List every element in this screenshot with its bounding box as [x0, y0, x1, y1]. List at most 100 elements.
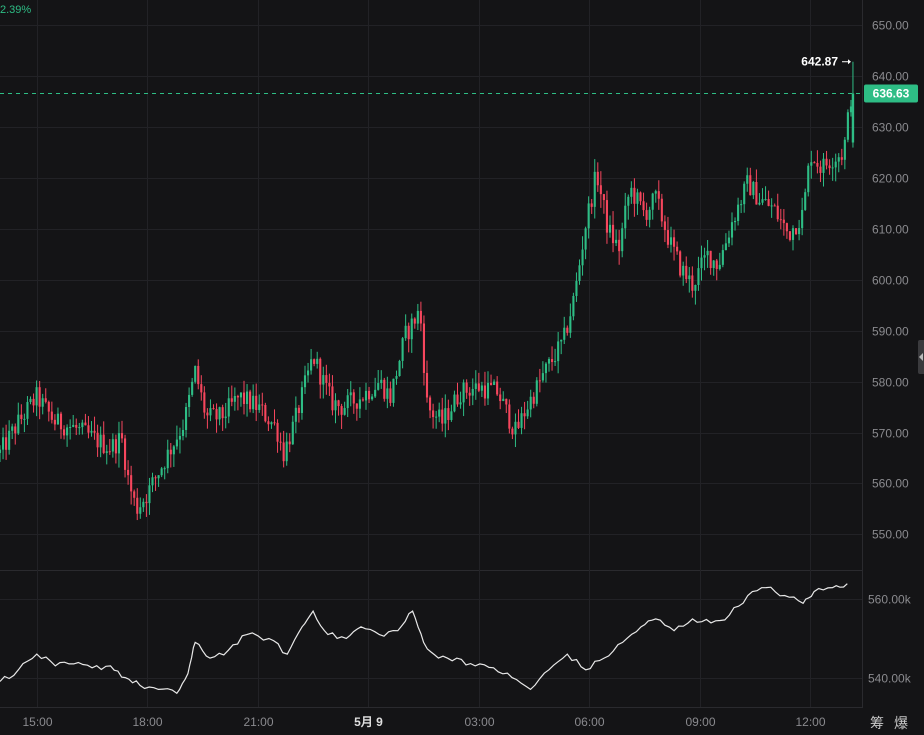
candle-body	[764, 199, 767, 201]
time-tick-label: 18:00	[132, 715, 162, 729]
candle-body	[730, 222, 734, 238]
candle-body	[133, 491, 136, 498]
candle-body	[285, 441, 288, 462]
candle-body	[72, 424, 75, 427]
candle-body	[791, 228, 795, 240]
candle-body	[605, 200, 609, 233]
candle-body	[236, 395, 239, 398]
candle-body	[544, 363, 548, 374]
candle-body	[282, 442, 285, 462]
candle-body	[724, 243, 727, 251]
candle-body	[62, 429, 66, 436]
candle-body	[532, 396, 535, 404]
candle-body	[810, 162, 813, 166]
candle-body	[111, 439, 114, 452]
candle-body	[215, 409, 218, 420]
candle-body	[209, 408, 212, 416]
footer-chinese-glyphs: 筹爆	[870, 716, 918, 732]
candle-body	[508, 404, 511, 429]
candle-body	[249, 391, 252, 410]
candle-body	[316, 358, 319, 364]
candle-body	[1, 437, 5, 450]
candle-body	[114, 439, 117, 454]
candle-body	[767, 199, 770, 206]
candle-body	[383, 379, 386, 399]
candle-body	[846, 112, 849, 140]
candle-body	[633, 187, 636, 204]
change-percent-label: 2.39%	[0, 4, 32, 16]
candle-body	[130, 475, 133, 492]
candle-body	[831, 167, 834, 169]
candle-body	[611, 224, 615, 244]
candle-body	[489, 382, 493, 385]
candle-body	[410, 318, 413, 340]
candle-body	[517, 421, 520, 428]
candle-body	[297, 407, 300, 414]
candle-body	[181, 429, 185, 436]
candle-body	[636, 192, 639, 204]
candle-body	[505, 398, 508, 405]
candle-body	[758, 202, 761, 205]
candle-body	[697, 268, 700, 285]
candle-body	[346, 395, 349, 409]
candle-body	[828, 165, 831, 169]
candle-body	[96, 432, 99, 448]
candle-body	[142, 501, 145, 508]
candle-body	[721, 250, 724, 265]
candle-body	[679, 251, 682, 276]
candle-body	[355, 403, 358, 409]
time-tick-label: 15:00	[22, 715, 52, 729]
candle-body	[233, 395, 236, 402]
candle-body	[438, 409, 441, 417]
candle-body	[69, 426, 72, 428]
candle-body	[337, 400, 340, 407]
candle-body	[352, 392, 355, 404]
candle-body	[520, 413, 523, 428]
candle-body	[343, 408, 346, 415]
price-tick-label: 560.00	[872, 477, 909, 491]
candle-body	[801, 209, 804, 229]
candle-body	[191, 381, 194, 395]
candle-body	[306, 370, 310, 376]
candle-body	[755, 181, 758, 205]
candle-body	[14, 426, 17, 434]
candle-body	[120, 433, 124, 439]
candle-body	[480, 385, 483, 391]
candle-body	[90, 430, 93, 433]
price-tick-label: 580.00	[872, 376, 909, 390]
candle-body	[59, 413, 63, 430]
candle-body	[416, 310, 419, 324]
candle-body	[840, 157, 843, 160]
price-tick-label: 640.00	[872, 70, 909, 84]
candle-body	[529, 396, 532, 410]
candle-body	[447, 408, 450, 420]
candle-body	[468, 392, 471, 396]
candle-body	[38, 387, 41, 407]
time-tick-label: 5月 9	[354, 715, 383, 729]
candle-body	[496, 381, 499, 395]
candle-body	[93, 430, 96, 433]
candle-body	[560, 339, 563, 342]
candle-body	[276, 422, 279, 442]
candle-body	[300, 387, 304, 414]
price-tick-label: 610.00	[872, 223, 909, 237]
candle-body	[239, 392, 243, 398]
candle-body	[371, 396, 374, 400]
candle-body	[709, 250, 712, 269]
panel-collapse-handle[interactable]	[918, 340, 924, 374]
candle-body	[584, 228, 587, 250]
candle-body	[422, 323, 426, 373]
candle-body	[657, 191, 660, 199]
candle-body	[44, 398, 47, 402]
time-tick-label: 09:00	[685, 715, 715, 729]
price-chart[interactable]: 550.00 560.00 570.00 580.00 590.00 600.00 610.…	[0, 0, 924, 735]
candle-body	[535, 380, 538, 404]
candle-body	[663, 221, 666, 231]
candle-body	[822, 158, 825, 173]
candle-body	[169, 449, 172, 455]
candle-body	[267, 421, 270, 425]
candle-body	[712, 260, 715, 269]
candle-body	[682, 265, 685, 276]
candle-body	[386, 388, 389, 399]
candle-body	[761, 199, 764, 203]
